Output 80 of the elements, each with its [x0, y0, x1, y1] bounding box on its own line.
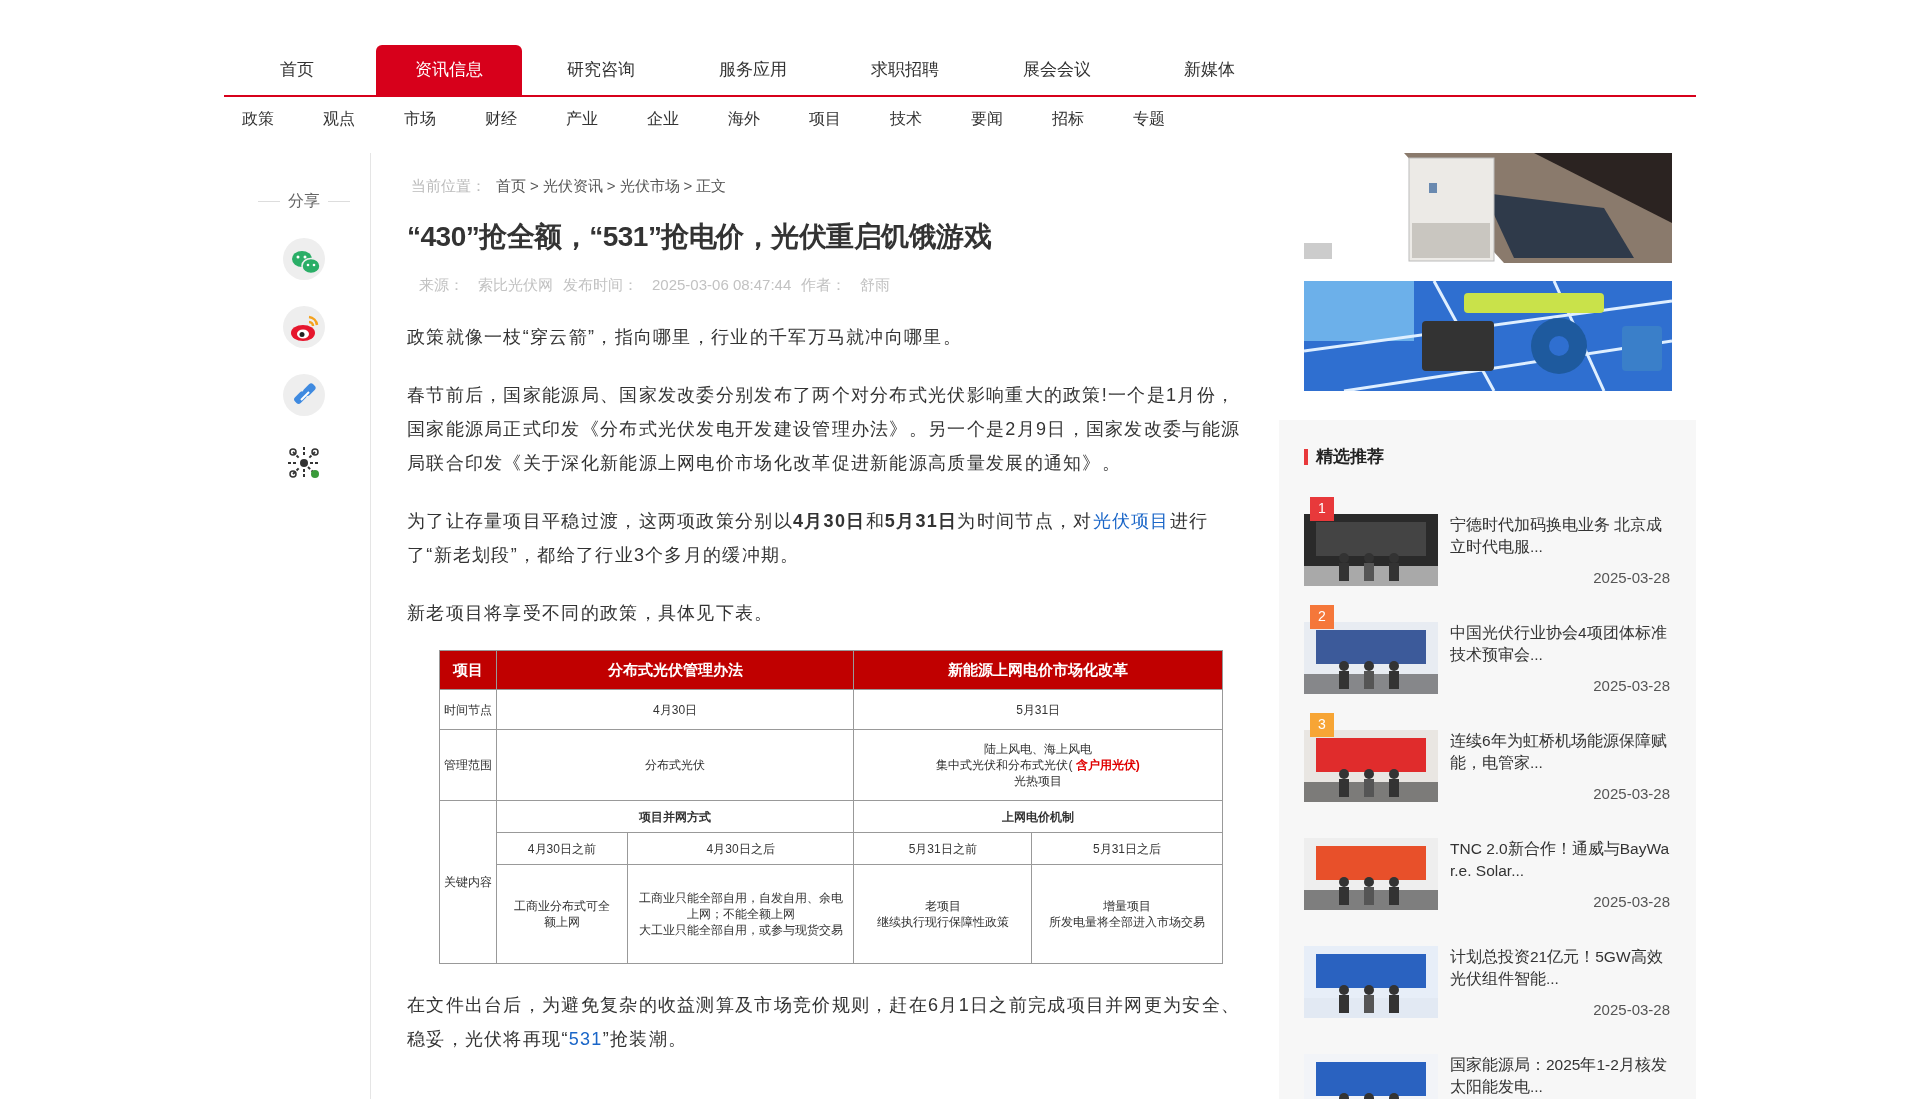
date-label: 2025-03-28 — [1593, 784, 1670, 804]
table-cell: 时间节点 — [439, 689, 497, 730]
meta-value: 索比光伏网 — [478, 274, 553, 295]
table-cell: 4月30日 — [496, 689, 854, 730]
nav-tab[interactable]: 新媒体 — [1136, 45, 1282, 95]
meta-label: 发布时间： — [563, 274, 638, 295]
nav-tab[interactable]: 研究咨询 — [528, 45, 674, 95]
article-link[interactable]: 宁德时代加码换电业务 北京成立时代电服... — [1450, 513, 1670, 558]
table-cell: 5月31日 — [853, 689, 1223, 730]
rank-badge: 1 — [1310, 496, 1334, 521]
table-cell: 工商业分布式可全 额上网 — [496, 864, 628, 964]
breadcrumb-separator: > — [683, 176, 693, 196]
article-paragraph: 为了让存量项目平稳过渡，这两项政策分别以4月30日和5月31日为时间节点，对光伏项目 进行了“新老划段”，都给了行业3个多月的缓冲期。 — [407, 510, 1210, 567]
subnav-link[interactable]: 技术 — [884, 107, 927, 131]
article-link[interactable]: 光伏项目 — [1092, 511, 1170, 531]
article-link[interactable]: 531 — [568, 1029, 603, 1049]
subnav-link[interactable]: 产业 — [560, 107, 603, 131]
subnav-link[interactable]: 招标 — [1046, 107, 1089, 131]
subnav-link[interactable]: 政策 — [236, 107, 279, 131]
article-link[interactable]: TNC 2.0新合作！通威与BayWa r.e. Solar... — [1450, 837, 1670, 882]
section-title: 精选推荐 — [1316, 446, 1384, 468]
meta-value: 舒雨 — [860, 274, 891, 295]
breadcrumb-link[interactable]: 首页 — [496, 175, 526, 198]
nav-tab[interactable]: 资讯信息 — [376, 45, 522, 95]
table-cell: 5月31日之后 — [1031, 832, 1223, 865]
nav-tab[interactable]: 首页 — [224, 45, 370, 95]
subnav-link[interactable]: 项目 — [803, 107, 846, 131]
table-cell: 分布式光伏 — [496, 729, 854, 801]
date-label: 2025-03-28 — [1593, 568, 1670, 588]
date-label: 2025-03-28 — [1593, 676, 1670, 696]
date-label: 2025-03-28 — [1593, 892, 1670, 912]
rank-badge: 2 — [1310, 604, 1334, 629]
article-paragraph: 春节前后，国家能源局、国家发改委分别发布了两个对分布式光伏影响重大的政策!一个是1月份，国家能源局正式印发《分布式光伏发电开发建设管理办法》。另一个是2月9日，国家发改委与能源局联合印发《关于深化新能源上网电价市场化改革促进新能源高质量发展的通知》。 — [407, 384, 1242, 475]
share-label: 分享 — [288, 191, 320, 211]
breadcrumb-link[interactable]: 光伏市场 — [619, 175, 680, 198]
table-cell: 4月30日之后 — [627, 832, 854, 865]
article-paragraph: 在文件出台后，为避免复杂的收益测算及市场竞价规则，赶在6月1日之前完成项目并网更为安全、稳妥，光伏将再现“531”抢装潮。 — [407, 994, 1242, 1051]
table-cell: 5月31日之前 — [853, 832, 1032, 865]
meta-label: 来源： — [419, 274, 464, 295]
table-header-cell: 分布式光伏管理办法 — [496, 650, 854, 690]
meta-value: 2025-03-06 08:47:44 — [652, 274, 792, 295]
subnav-link[interactable]: 专题 — [1127, 107, 1170, 131]
subnav-link[interactable]: 财经 — [479, 107, 522, 131]
link-icon[interactable] — [282, 373, 326, 417]
article-link[interactable]: 中国光伏行业协会4项团体标准技术预审会... — [1450, 621, 1670, 666]
meta-label: 作者： — [801, 274, 847, 295]
subnav-link[interactable]: 要闻 — [965, 107, 1008, 131]
subnav-link[interactable]: 企业 — [641, 107, 684, 131]
table-cell: 陆上风电、海上风电 集中式光伏和分布式光伏( 含户用光伏) 光热项目 — [853, 729, 1223, 801]
table-cell: 工商业只能全部自用，自发自用、余电 上网；不能全额上网 大工业只能全部自用，或参与现货交易 — [627, 864, 854, 964]
wechat-icon[interactable] — [282, 237, 326, 281]
article-link[interactable]: 连续6年为虹桥机场能源保障赋能，电管家... — [1450, 729, 1670, 774]
table-header-cell: 项目 — [439, 650, 497, 690]
weibo-icon[interactable] — [282, 305, 326, 349]
table-cell: 管理范围 — [439, 729, 497, 801]
table-cell: 4月30日之前 — [496, 832, 628, 865]
nav-tab[interactable]: 展会会议 — [984, 45, 1130, 95]
breadcrumb-label: 当前位置： — [411, 176, 486, 196]
subnav-link[interactable]: 市场 — [398, 107, 441, 131]
breadcrumb-link[interactable]: 光伏资讯 — [542, 175, 603, 198]
breadcrumb-separator: > — [606, 176, 616, 196]
article-paragraph: 政策就像一枝“穿云箭”，指向哪里，行业的千军万马就冲向哪里。 — [407, 326, 963, 349]
article-link[interactable]: 国家能源局：2025年1-2月核发太阳能发电... — [1450, 1053, 1670, 1098]
table-cell: 项目并网方式 — [496, 800, 854, 833]
article-link[interactable]: 计划总投资21亿元！5GW高效光伏组件智能... — [1450, 945, 1670, 990]
table-header-cell: 新能源上网电价市场化改革 — [853, 650, 1223, 690]
table-cell: 关键内容 — [439, 800, 497, 964]
rank-badge: 3 — [1310, 712, 1334, 737]
date-label: 2025-03-28 — [1593, 1000, 1670, 1020]
article-title: “430”抢全额，“531”抢电价，光伏重启饥饿游戏 — [407, 219, 993, 254]
nav-tab[interactable]: 服务应用 — [680, 45, 826, 95]
nav-tab[interactable]: 求职招聘 — [832, 45, 978, 95]
breadcrumb-separator: > — [530, 176, 539, 196]
table-cell: 老项目 继续执行现行保障性政策 — [853, 864, 1032, 964]
subnav-link[interactable]: 海外 — [722, 107, 765, 131]
table-cell: 上网电价机制 — [853, 800, 1223, 833]
breadcrumb-link[interactable]: 正文 — [696, 175, 727, 198]
subnav-link[interactable]: 观点 — [317, 107, 360, 131]
article-paragraph: 新老项目将享受不同的政策，具体见下表。 — [407, 602, 775, 625]
table-cell: 增量项目 所发电量将全部进入市场交易 — [1031, 864, 1223, 964]
